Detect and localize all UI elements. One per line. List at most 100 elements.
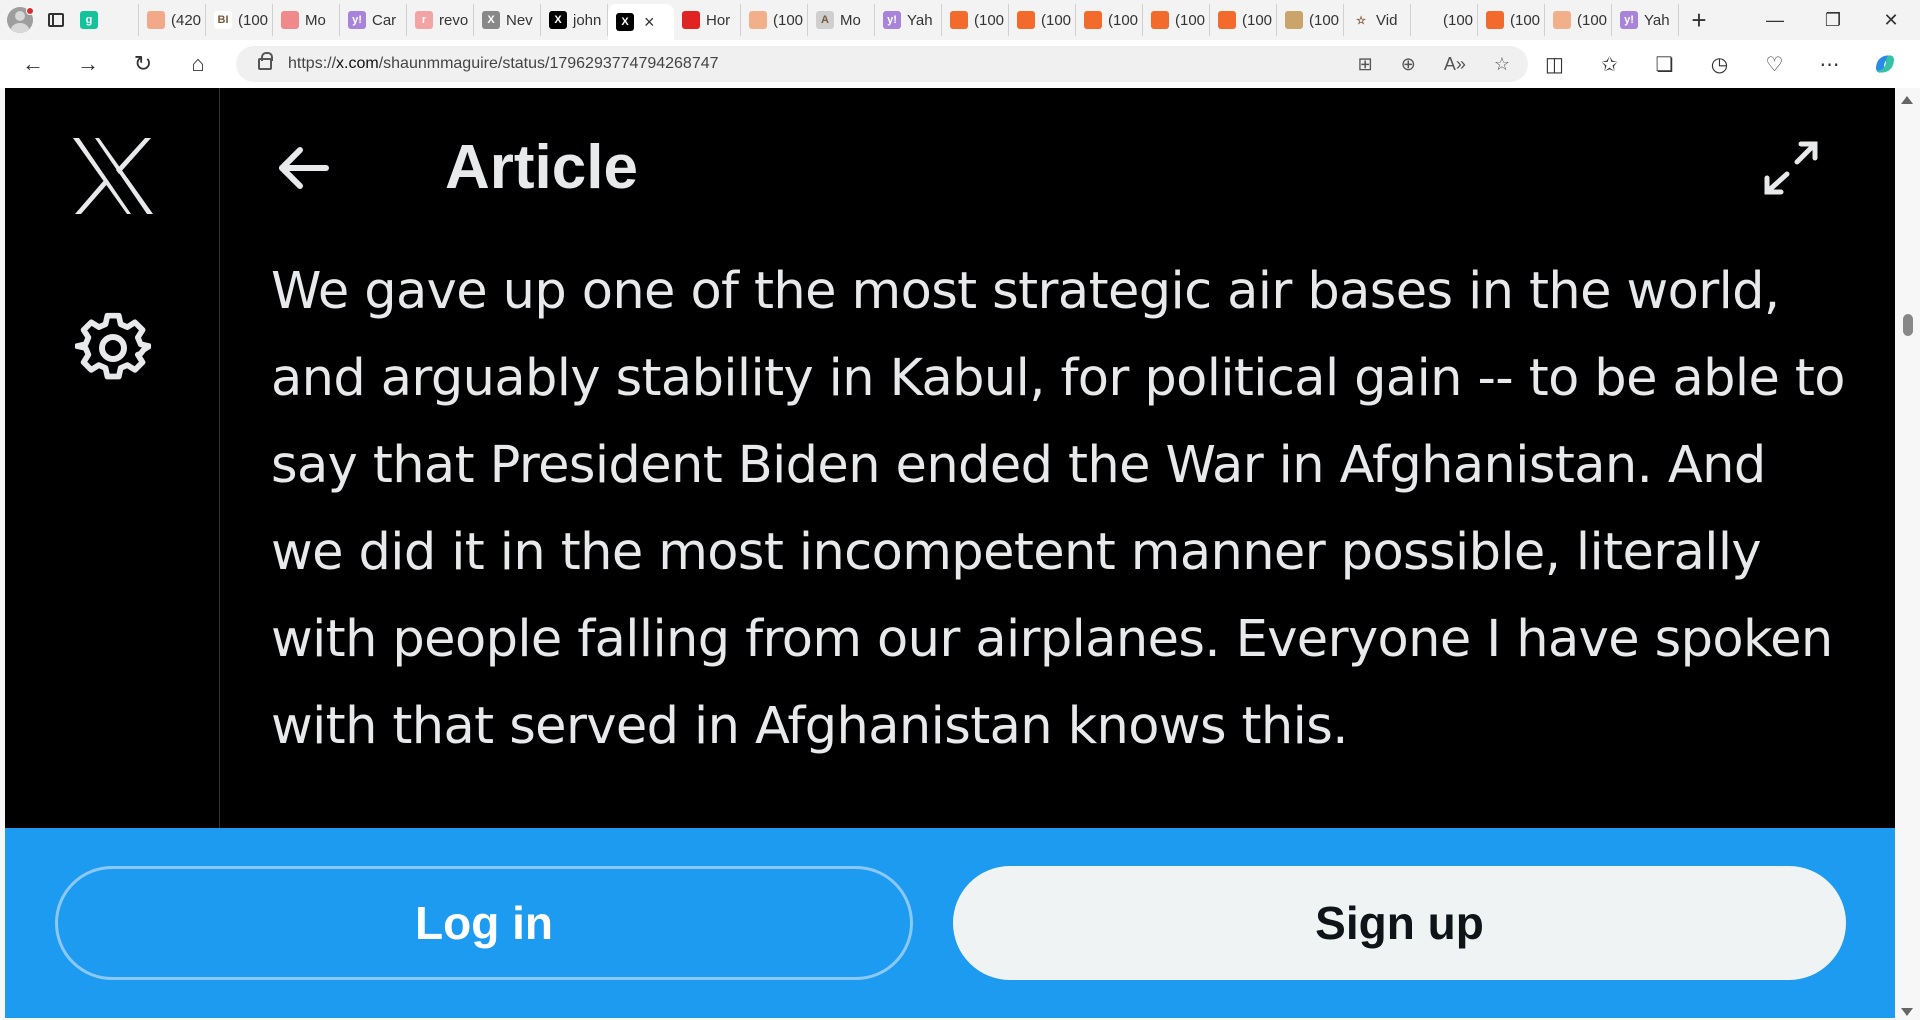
history-icon[interactable]: ◷ [1692,44,1747,84]
favorites-icon[interactable]: ✩ [1582,44,1637,84]
tab-label: (100 [1108,11,1139,29]
signup-button[interactable]: Sign up [953,866,1846,980]
tab[interactable]: (100 [741,4,808,36]
tab[interactable]: (100 [1210,4,1277,36]
tab[interactable]: Mo [273,4,340,36]
tab[interactable]: Hor [674,4,741,36]
tab-label: Hor [706,11,731,29]
yahoo-icon: y! [348,11,366,29]
tab-actions-button[interactable] [40,0,72,40]
url-path: /shaunmmaguire/status/179629377479426874… [378,55,719,72]
new-tab-button[interactable]: + [1679,0,1719,40]
app-available-icon[interactable]: ⊞ [1358,54,1373,75]
copilot-icon[interactable] [1857,44,1912,84]
tab-strip: g (420 BI (100 Mo y! Car r revo X Nev Xjohn X × Hor (10… [72,0,1679,40]
bookmark-favicon-icon [1017,11,1035,29]
minimize-button[interactable]: — [1746,0,1804,40]
bookmark-favicon-icon [950,11,968,29]
tab[interactable]: Xjohn [541,4,608,36]
stack-favicon-icon [1084,11,1102,29]
split-screen-icon[interactable]: ◫ [1527,44,1582,84]
more-menu-icon[interactable]: ⋯ [1802,44,1857,84]
omnibox-icons: ⊞ ⊕ A» ☆ [1358,46,1510,82]
page-scrollbar[interactable] [1895,88,1920,1020]
back-button[interactable]: ← [11,44,55,84]
tab-label: (100 [1175,11,1206,29]
settings-gear-icon[interactable] [75,310,151,386]
home-button[interactable]: ⌂ [176,44,220,84]
tab[interactable]: (100 [1478,4,1545,36]
back-arrow-icon[interactable] [276,146,332,190]
x-favicon-icon: X [549,11,567,29]
auth-bottom-bar: Log in Sign up [5,828,1895,1018]
tab[interactable]: (100 [1009,4,1076,36]
star-favicon-icon: ☆ [1352,11,1370,29]
collections-icon[interactable]: ❏ [1637,44,1692,84]
tab[interactable]: BI (100 [206,4,273,36]
url-text[interactable]: https://x.com/shaunmmaguire/status/17962… [288,55,719,73]
refresh-button[interactable]: ↻ [121,44,165,84]
lock-icon [258,52,273,70]
close-window-button[interactable]: ✕ [1862,0,1920,40]
browser-essentials-icon[interactable]: ♡ [1747,44,1802,84]
scroll-up-arrow-icon[interactable] [1901,96,1913,104]
bi-favicon-icon: BI [214,11,232,29]
yahoo-icon: y! [1620,11,1638,29]
tab-label: (100 [1041,11,1072,29]
tab[interactable]: (420 [139,4,206,36]
login-button[interactable]: Log in [55,866,913,980]
favorite-star-icon[interactable]: ☆ [1494,54,1510,75]
article-header: Article [221,88,1895,248]
tab-label: Vid [1376,11,1398,29]
close-tab-icon[interactable]: × [644,12,655,33]
tab[interactable]: X Nev [474,4,541,36]
url-host: x.com [336,55,379,72]
tab[interactable]: y! Car [340,4,407,36]
tab[interactable]: y! Yah [875,4,942,36]
grammarly-icon: g [80,11,98,29]
bookmark-favicon-icon [749,11,767,29]
tab-label: (100 [974,11,1005,29]
tab[interactable]: g [72,4,139,36]
tab[interactable]: (100 [1411,4,1478,36]
expand-icon[interactable] [1761,140,1823,196]
x-favicon-icon: X [616,13,634,31]
avatar-favicon-icon [1285,11,1303,29]
tab-label: Yah [1644,11,1670,29]
tab[interactable]: (100 [1143,4,1210,36]
tab[interactable]: y! Yah [1612,4,1679,36]
x-favicon-icon: X [482,11,500,29]
page-favicon-icon [1419,11,1437,29]
tab-label: revo [439,11,469,29]
r-favicon-icon: r [415,11,433,29]
tab[interactable]: (100 [1076,4,1143,36]
tab-label: john [573,11,602,29]
bookmark-favicon-icon [1218,11,1236,29]
tab-label: Mo [305,11,326,29]
article-column: Article We gave up one of the most strat… [221,88,1895,828]
bookmark-favicon-icon [1151,11,1169,29]
scroll-thumb[interactable] [1903,314,1913,336]
tab-actions-icon [48,13,64,27]
x-logo-icon[interactable] [71,136,155,216]
red-favicon-icon [682,11,700,29]
tab-label: Car [372,11,397,29]
address-bar[interactable]: https://x.com/shaunmmaguire/status/17962… [236,46,1528,82]
forward-button[interactable]: → [66,44,110,84]
tab[interactable]: r revo [407,4,474,36]
tab-label: (100 [773,11,804,29]
profile-button[interactable] [0,0,40,40]
tab[interactable]: A Mo [808,4,875,36]
tab[interactable]: (100 [1277,4,1344,36]
tab[interactable]: (100 [942,4,1009,36]
tab-label: Yah [907,11,933,29]
zoom-icon[interactable]: ⊕ [1401,54,1416,75]
tab-active[interactable]: X × [608,4,674,40]
scroll-down-arrow-icon[interactable] [1901,1008,1913,1016]
tab-label: (100 [1242,11,1273,29]
tab[interactable]: (100 [1545,4,1612,36]
tab[interactable]: ☆ Vid [1344,4,1411,36]
bookmark-favicon-icon [1486,11,1504,29]
restore-button[interactable]: ❐ [1804,0,1862,40]
read-aloud-icon[interactable]: A» [1444,54,1466,75]
